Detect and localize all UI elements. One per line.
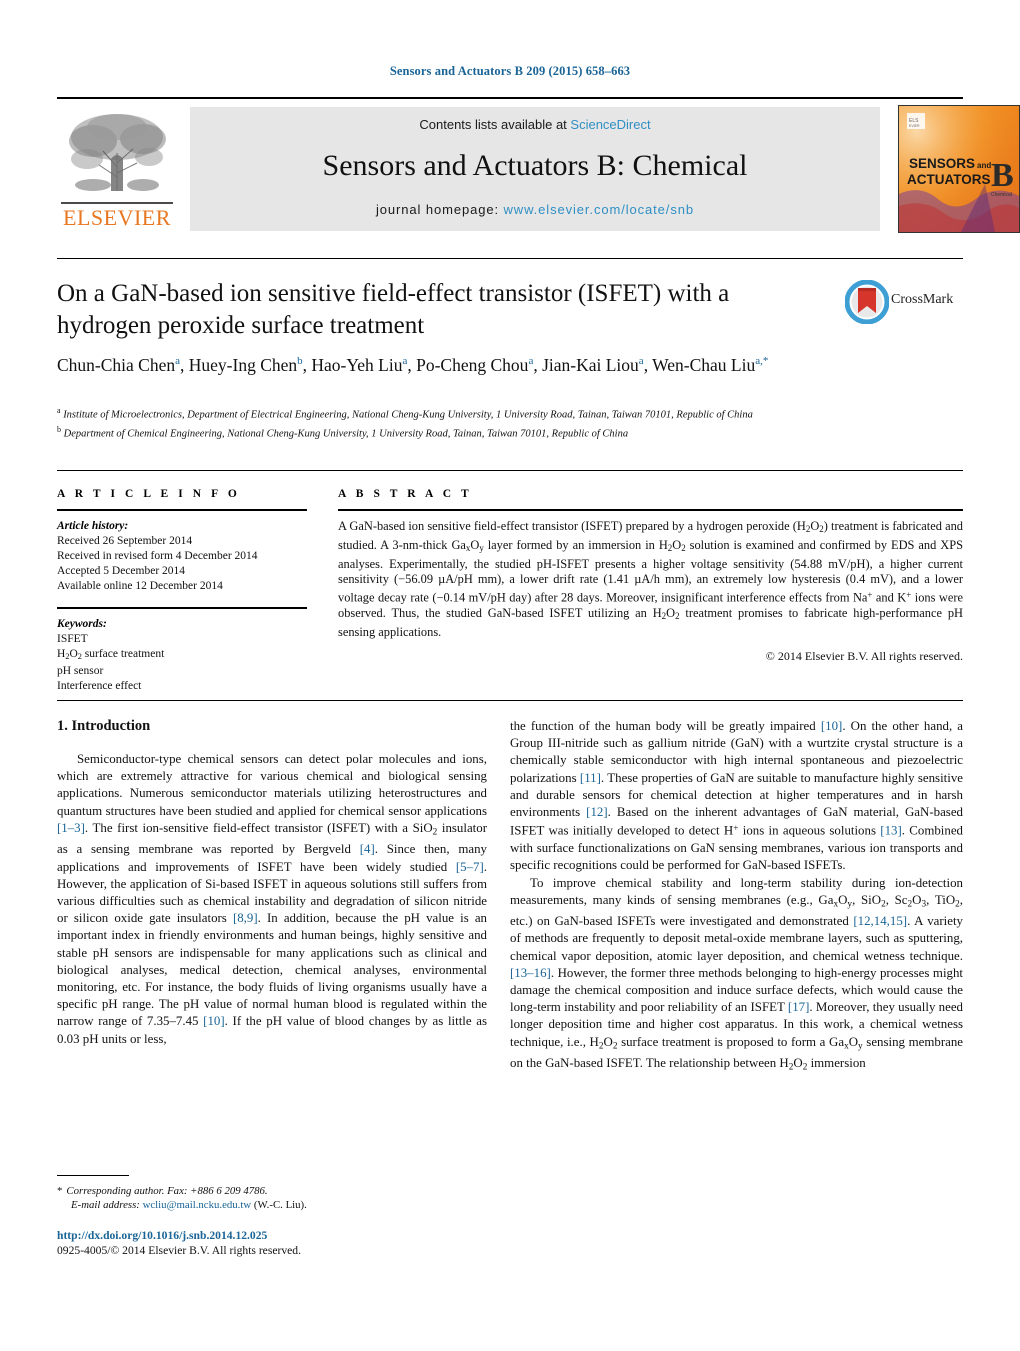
journal-banner: ELSEVIER Contents lists available at Sci… [57, 97, 1020, 233]
elsevier-tree-icon [63, 107, 171, 202]
email-link[interactable]: wcliu@mail.ncku.edu.tw [143, 1199, 252, 1211]
footnote-rule [57, 1175, 129, 1176]
article-info-rule [57, 509, 307, 511]
journal-cover-thumbnail: ELS EVIER SENSORS and ACTUATORS B Chemic… [898, 105, 1020, 233]
abstract-text: A GaN-based ion sensitive field-effect t… [338, 519, 963, 639]
affiliation-b-text: Department of Chemical Engineering, Nati… [63, 428, 629, 439]
article-info-column: A R T I C L E I N F O Article history: R… [57, 488, 307, 694]
affiliation-a: a Institute of Microelectronics, Departm… [57, 406, 753, 421]
keyword-item: pH sensor [57, 665, 104, 678]
paragraph: the function of the human body will be g… [510, 719, 964, 873]
keywords-label: Keywords: [57, 618, 107, 630]
keyword-item: ISFET [57, 633, 88, 645]
issn-copyright-line: 0925-4005/© 2014 Elsevier B.V. All right… [57, 1243, 301, 1257]
abstract-copyright: © 2014 Elsevier B.V. All rights reserved… [765, 649, 963, 664]
journal-title: Sensors and Actuators B: Chemical [322, 149, 748, 182]
article-history-label: Article history: [57, 520, 129, 532]
journal-homepage-line: journal homepage: www.elsevier.com/locat… [190, 202, 880, 217]
running-head: Sensors and Actuators B 209 (2015) 658–6… [389, 64, 631, 78]
elsevier-wordmark: ELSEVIER [63, 205, 171, 230]
history-item: Received 26 September 2014 [57, 535, 193, 547]
affiliation-a-text: Institute of Microelectronics, Departmen… [63, 409, 753, 421]
email-owner: (W.-C. Liu). [253, 1199, 307, 1211]
elsevier-logo-rule [61, 202, 173, 204]
homepage-prefix: journal homepage: [376, 202, 504, 217]
crossmark-badge[interactable]: CrossMark [844, 279, 963, 326]
section-heading-introduction: 1. Introduction [57, 718, 151, 734]
abstract-column: A B S T R A C T A GaN-based ion sensitiv… [338, 488, 963, 664]
email-address-label: E-mail address: [71, 1199, 140, 1211]
article-page: Sensors and Actuators B 209 (2015) 658–6… [0, 0, 1020, 1351]
keyword-item: H2O2 surface treatment [57, 648, 165, 662]
author-list: Chun-Chia Chena, Huey-Ing Chenb, Hao-Yeh… [57, 354, 769, 375]
info-band-top-rule [57, 470, 963, 471]
svg-text:EVIER: EVIER [909, 124, 920, 128]
footer-doi-block: http://dx.doi.org/10.1016/j.snb.2014.12.… [57, 1229, 487, 1258]
affiliation-b: b Department of Chemical Engineering, Na… [57, 424, 629, 440]
footnote-corresponding-line: * Corresponding author. Fax: +886 6 209 4… [57, 1184, 487, 1198]
contents-available-line: Contents lists available at ScienceDirec… [190, 117, 880, 132]
history-item: Received in revised form 4 December 2014 [57, 550, 258, 562]
paragraph: Semiconductor-type chemical sensors can … [57, 752, 487, 1046]
history-item: Available online 12 December 2014 [57, 580, 223, 592]
body-column-left: 1. Introduction Semiconductor-type chemi… [57, 718, 487, 1048]
footnote-email-line: E-mail address: wcliu@mail.ncku.edu.tw (… [57, 1198, 487, 1212]
affiliation-list: a Institute of Microelectronics, Departm… [57, 404, 947, 441]
abstract-heading: A B S T R A C T [338, 488, 473, 500]
article-info-heading: A R T I C L E I N F O [57, 488, 241, 500]
keyword-item: Interference effect [57, 680, 142, 693]
keywords-block: Keywords: ISFET H2O2 surface treatment p… [57, 607, 307, 694]
footnote-asterisk: * [57, 1185, 63, 1197]
keywords-rule [57, 607, 307, 609]
paragraph: To improve chemical stability and long-t… [510, 875, 964, 1073]
svg-text:and: and [977, 161, 991, 170]
body-column-right: the function of the human body will be g… [510, 718, 963, 1077]
svg-text:Chemical: Chemical [991, 192, 1012, 198]
info-band-bottom-rule [57, 700, 963, 701]
title-separator-rule [57, 258, 963, 259]
homepage-url-link[interactable]: www.elsevier.com/locate/snb [504, 202, 694, 217]
banner-center-panel: Contents lists available at ScienceDirec… [190, 107, 880, 231]
corresponding-author-footnote: * Corresponding author. Fax: +886 6 209 4… [57, 1175, 487, 1212]
elsevier-logo: ELSEVIER [57, 107, 177, 231]
sciencedirect-link[interactable]: ScienceDirect [570, 117, 650, 132]
svg-text:ACTUATORS: ACTUATORS [907, 172, 991, 187]
footnote-corresponding-text: Corresponding author. Fax: +886 6 209 47… [66, 1185, 268, 1197]
contents-prefix: Contents lists available at [419, 117, 571, 132]
page-title: On a GaN-based ion sensitive field-effec… [57, 280, 730, 339]
crossmark-icon [844, 279, 890, 325]
crossmark-label: CrossMark [891, 292, 954, 307]
history-item: Accepted 5 December 2014 [57, 565, 186, 577]
svg-text:B: B [991, 157, 1014, 194]
svg-text:SENSORS: SENSORS [909, 156, 975, 171]
abstract-rule [338, 509, 963, 511]
doi-link[interactable]: http://dx.doi.org/10.1016/j.snb.2014.12.… [57, 1229, 487, 1244]
article-history-list: Received 26 September 2014 Received in r… [57, 534, 307, 594]
banner-top-rule [57, 97, 963, 99]
